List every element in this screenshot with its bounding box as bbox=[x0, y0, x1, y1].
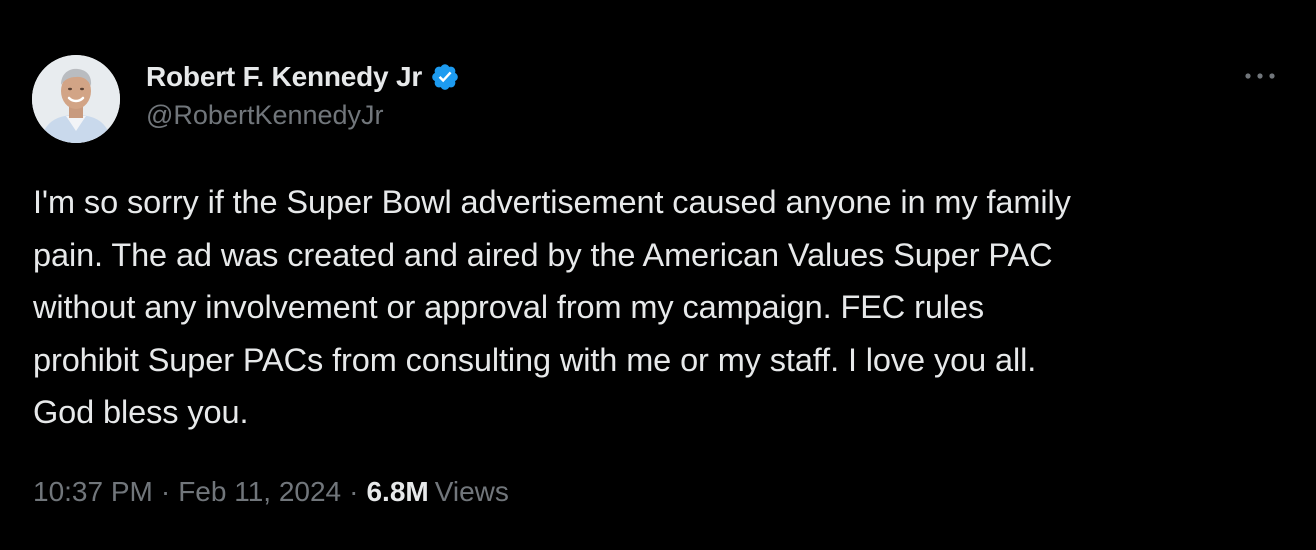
meta-separator: · bbox=[160, 476, 171, 507]
author-handle[interactable]: @RobertKennedyJr bbox=[146, 100, 460, 131]
author-info: Robert F. Kennedy Jr @RobertKennedyJr bbox=[146, 58, 460, 131]
author-display-name[interactable]: Robert F. Kennedy Jr bbox=[146, 61, 422, 93]
views-count[interactable]: 6.8M bbox=[366, 476, 428, 508]
tweet-text: I'm so sorry if the Super Bowl advertise… bbox=[33, 184, 1071, 430]
more-horizontal-icon bbox=[1245, 73, 1275, 79]
tweet-card: Robert F. Kennedy Jr @RobertKennedyJr I'… bbox=[0, 0, 1316, 550]
tweet-metadata: 10:37 PM · Feb 11, 2024 · 6.8M Views bbox=[33, 476, 509, 508]
tweet-date[interactable]: Feb 11, 2024 bbox=[178, 476, 341, 508]
views-label[interactable]: Views bbox=[435, 476, 509, 508]
author-name-row: Robert F. Kennedy Jr bbox=[146, 58, 460, 96]
avatar-portrait bbox=[32, 55, 120, 143]
tweet-time[interactable]: 10:37 PM bbox=[33, 476, 153, 508]
avatar[interactable] bbox=[32, 55, 120, 143]
more-options-button[interactable] bbox=[1240, 62, 1280, 90]
meta-separator: · bbox=[349, 476, 359, 507]
verified-badge-icon[interactable] bbox=[430, 62, 460, 92]
